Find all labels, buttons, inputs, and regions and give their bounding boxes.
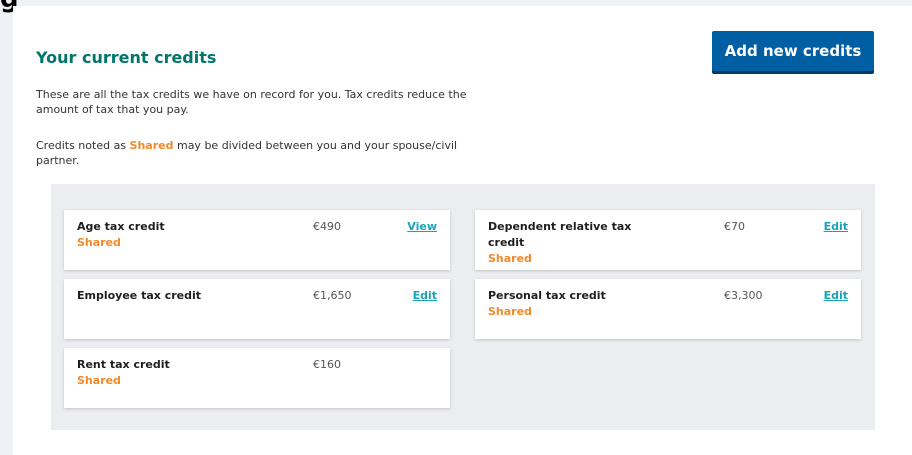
credit-amount: €70 xyxy=(724,220,745,233)
credit-amount: €160 xyxy=(313,358,341,371)
shared-note-highlight: Shared xyxy=(129,139,174,152)
credits-grid: Age tax credit Shared €490 View Dependen… xyxy=(51,184,875,430)
credit-card-personal: Personal tax credit Shared €3,300 Edit xyxy=(475,279,861,339)
credit-name: Rent tax credit xyxy=(77,358,170,371)
credit-shared-badge: Shared xyxy=(77,236,121,249)
edit-dependent-relative-credit-link[interactable]: Edit xyxy=(824,219,848,235)
credits-panel: Your current credits Add new credits The… xyxy=(13,6,912,455)
add-new-credits-button[interactable]: Add new credits xyxy=(712,31,874,71)
intro-text: These are all the tax credits we have on… xyxy=(36,88,467,116)
credit-shared-badge: Shared xyxy=(488,252,532,265)
credit-name: Employee tax credit xyxy=(77,289,202,302)
credit-amount: €3,300 xyxy=(724,289,763,302)
credit-shared-badge: Shared xyxy=(488,305,532,318)
credit-amount: €490 xyxy=(313,220,341,233)
credit-shared-badge: Shared xyxy=(77,374,121,387)
credit-name: Age tax credit xyxy=(77,220,165,233)
credit-card-age: Age tax credit Shared €490 View xyxy=(64,210,450,270)
edit-employee-credit-link[interactable]: Edit xyxy=(413,288,437,304)
credit-card-dependent-relative: Dependent relative tax credit Shared €70… xyxy=(475,210,861,270)
view-age-credit-link[interactable]: View xyxy=(407,219,437,235)
credit-card-rent: Rent tax credit Shared €160 xyxy=(64,348,450,408)
credit-amount: €1,650 xyxy=(313,289,352,302)
credit-card-employee: Employee tax credit €1,650 Edit xyxy=(64,279,450,339)
page-title: Your current credits xyxy=(36,48,217,67)
credit-name: Personal tax credit xyxy=(488,289,606,302)
edit-personal-credit-link[interactable]: Edit xyxy=(824,288,848,304)
shared-note-prefix: Credits noted as xyxy=(36,139,130,152)
shared-note: Credits noted as Shared may be divided b… xyxy=(36,138,481,168)
credit-name: Dependent relative tax credit xyxy=(488,220,632,249)
